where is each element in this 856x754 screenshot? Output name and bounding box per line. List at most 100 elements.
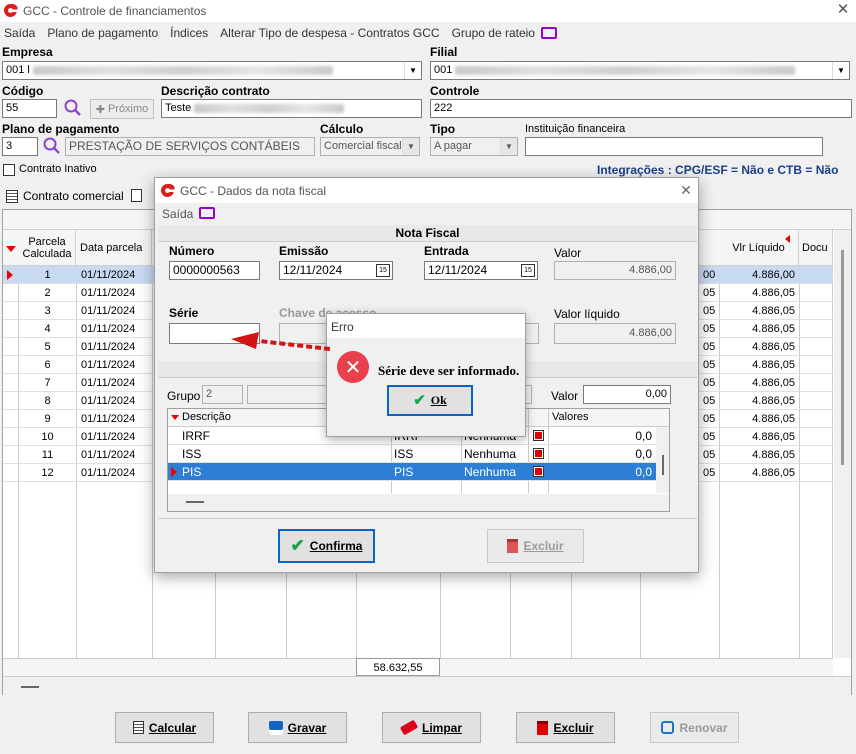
- renovar-button[interactable]: Renovar: [650, 712, 739, 743]
- excluir-button[interactable]: Excluir: [516, 712, 615, 743]
- contrato-inativo-label: Contrato Inativo: [19, 163, 97, 175]
- menu-alterar-tipo[interactable]: Alterar Tipo de despesa - Contratos GCC: [220, 26, 439, 40]
- serie-label: Série: [169, 306, 199, 320]
- row-indicator-icon: [7, 270, 13, 280]
- nf-menu-saida[interactable]: Saída: [162, 207, 193, 221]
- descricao-input[interactable]: Teste: [161, 99, 422, 118]
- check-icon: ✔: [290, 536, 305, 555]
- vlr-liquido-cell: 4.886,05: [752, 395, 795, 407]
- hidden-column-cell: 05: [703, 323, 716, 335]
- filial-select[interactable]: 001 ▼: [430, 61, 850, 80]
- plano-label: Plano de pagamento: [2, 122, 120, 136]
- vlr-liquido-cell: 4.886,05: [752, 323, 795, 335]
- close-window-button[interactable]: ✕: [834, 1, 852, 19]
- controle-input[interactable]: 222: [430, 99, 852, 118]
- empresa-select[interactable]: 001 l ▼: [2, 61, 422, 80]
- vlr-liquido-cell: 4.886,05: [752, 341, 795, 353]
- sort-indicator-icon: [6, 246, 16, 252]
- data-parcela-cell: 01/11/2024: [81, 449, 136, 461]
- chevron-down-icon[interactable]: ▼: [500, 138, 517, 155]
- trash-icon: [507, 539, 519, 553]
- tax-row[interactable]: ISS ISS Nenhuma 0,0: [168, 445, 656, 463]
- plano-code-input[interactable]: 3: [2, 137, 38, 156]
- data-parcela-cell: 01/11/2024: [81, 287, 136, 299]
- parcela-cell: 1: [44, 269, 51, 281]
- emissao-label: Emissão: [279, 244, 329, 258]
- error-pointer-arrow-icon: [231, 332, 331, 351]
- valor-input: 4.886,00: [554, 261, 676, 280]
- col-header-parcela[interactable]: Parcela Calculada: [19, 230, 76, 266]
- emissao-input[interactable]: 12/11/2024 15: [279, 261, 393, 280]
- search-icon[interactable]: [42, 136, 62, 156]
- descricao-value: Teste: [165, 102, 192, 114]
- chevron-down-icon[interactable]: ▼: [832, 62, 849, 79]
- plus-icon: ✚: [95, 103, 105, 116]
- tax-scroll-thumb[interactable]: [662, 455, 664, 475]
- contrato-inativo-checkbox[interactable]: [3, 164, 15, 176]
- menu-indices[interactable]: Índices: [170, 26, 208, 40]
- tax-col-header-descricao[interactable]: Descrição: [182, 411, 231, 423]
- tax-flag-checkbox[interactable]: [533, 448, 544, 459]
- codigo-input[interactable]: 55: [2, 99, 57, 118]
- confirma-button[interactable]: ✔ Confirma: [278, 529, 375, 563]
- sort-arrow-icon: [785, 235, 790, 243]
- parcela-cell: 10: [41, 431, 54, 443]
- calculo-label: Cálculo: [320, 122, 364, 136]
- nf-excluir-button[interactable]: Excluir: [487, 529, 584, 563]
- tax-row[interactable]: PIS PIS Nenhuma 0,0: [168, 463, 656, 481]
- search-icon[interactable]: [63, 98, 83, 118]
- instituicao-input[interactable]: [525, 137, 823, 156]
- chevron-down-icon[interactable]: ▼: [404, 62, 421, 79]
- vlr-liquido-cell: 4.886,05: [752, 359, 795, 371]
- tipo-select[interactable]: A pagar ▼: [430, 137, 518, 156]
- tax-desc-cell: ISS: [182, 447, 202, 461]
- limpar-button[interactable]: Limpar: [382, 712, 481, 743]
- tax-code-cell: ISS: [394, 447, 414, 461]
- menu-saida[interactable]: Saída: [4, 26, 35, 40]
- parcela-cell: 7: [44, 377, 51, 389]
- valor-liquido-input: 4.886,00: [554, 323, 676, 344]
- calcular-button[interactable]: Calcular: [115, 712, 214, 743]
- ok-button[interactable]: ✔ Ok: [387, 385, 473, 416]
- tax-hscroll-thumb[interactable]: [186, 501, 204, 503]
- renew-icon: [661, 721, 675, 734]
- gravar-button[interactable]: Gravar: [248, 712, 347, 743]
- vertical-scroll-thumb[interactable]: [841, 250, 844, 465]
- hidden-column-cell: 05: [703, 341, 716, 353]
- monitor-icon[interactable]: [540, 27, 557, 39]
- menu-grupo-rateio[interactable]: Grupo de rateio: [452, 26, 535, 40]
- proximo-button[interactable]: ✚ Próximo: [90, 99, 154, 119]
- grupo-code-input[interactable]: 2: [202, 385, 243, 404]
- grid-total: 58.632,55: [356, 658, 440, 676]
- parcela-cell: 11: [41, 449, 54, 461]
- vlr-liquido-cell: 4.886,05: [752, 287, 795, 299]
- monitor-icon[interactable]: [199, 207, 215, 219]
- data-parcela-cell: 01/11/2024: [81, 305, 136, 317]
- entrada-input[interactable]: 12/11/2024 15: [424, 261, 538, 280]
- tax-col-header-valores[interactable]: Valores: [552, 411, 588, 423]
- close-dialog-button[interactable]: ✕: [677, 181, 695, 199]
- calendar-icon[interactable]: 15: [376, 264, 390, 277]
- numero-input[interactable]: 0000000563: [169, 261, 260, 280]
- row-indicator-icon: [171, 467, 177, 477]
- tax-value-cell: 0,0: [635, 465, 652, 479]
- col-header-documento[interactable]: Docu: [799, 230, 833, 266]
- calculo-select[interactable]: Comercial fiscal ▼: [320, 137, 420, 156]
- document-icon[interactable]: [131, 189, 142, 202]
- tab-contrato-comercial[interactable]: Contrato comercial: [2, 184, 128, 208]
- horizontal-scroll-thumb[interactable]: [21, 686, 39, 688]
- hidden-column-cell: 05: [703, 395, 716, 407]
- hidden-column-cell: 00: [703, 269, 716, 281]
- tax-flag-checkbox[interactable]: [533, 430, 544, 441]
- tax-flag-checkbox[interactable]: [533, 466, 544, 477]
- chevron-down-icon[interactable]: ▼: [402, 138, 419, 155]
- hidden-column-cell: 05: [703, 305, 716, 317]
- col-header-data-parcela[interactable]: Data parcela: [76, 230, 152, 266]
- valor2-input[interactable]: 0,00: [583, 385, 671, 404]
- menu-plano-pagamento[interactable]: Plano de pagamento: [47, 26, 158, 40]
- vlr-liquido-cell: 4.886,05: [752, 449, 795, 461]
- parcela-cell: 4: [44, 323, 51, 335]
- data-parcela-cell: 01/11/2024: [81, 323, 136, 335]
- save-icon: [268, 720, 283, 735]
- calendar-icon[interactable]: 15: [521, 264, 535, 277]
